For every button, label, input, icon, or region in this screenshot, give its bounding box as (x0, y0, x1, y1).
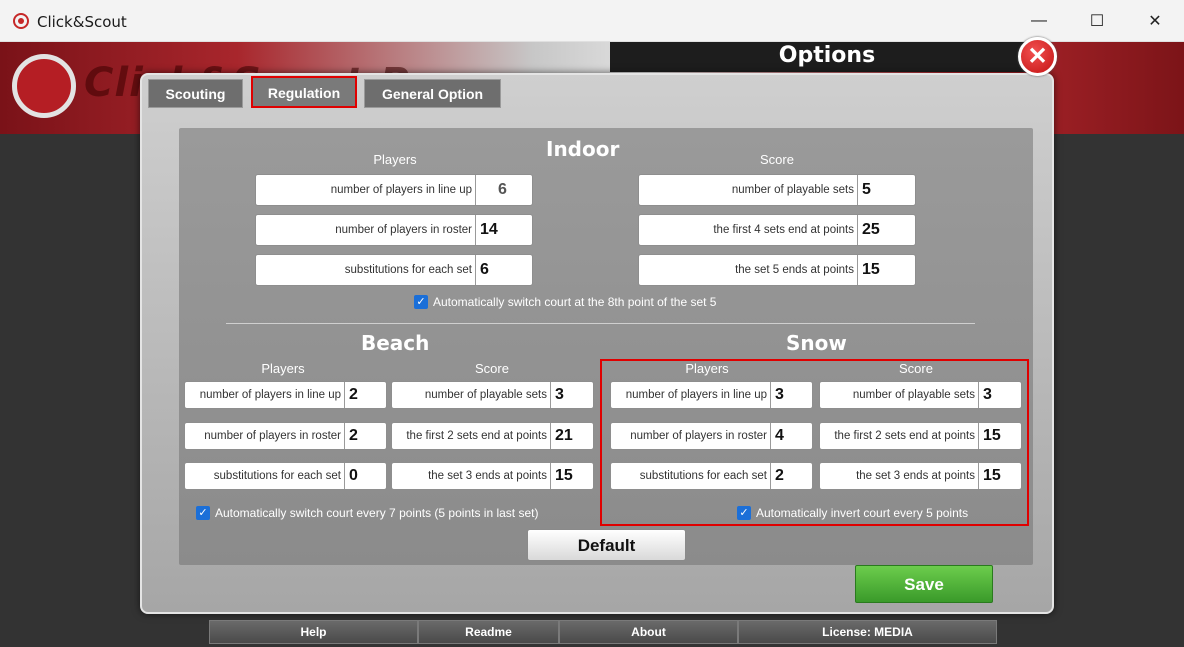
beach-playable-sets-field: number of playable sets 3 (391, 381, 594, 409)
beach-last-set-points-field: the set 3 ends at points 15 (391, 462, 594, 490)
indoor-playable-sets-field: number of playable sets 5 (638, 174, 916, 206)
beach-title: Beach (361, 331, 430, 355)
snow-players-lineup-field: number of players in line up 3 (610, 381, 813, 409)
field-label: number of players in roster (335, 224, 472, 236)
snow-invert-court-option[interactable]: ✓ Automatically invert court every 5 poi… (737, 506, 968, 520)
help-button[interactable]: Help (209, 620, 418, 644)
field-label: number of players in line up (199, 389, 341, 401)
close-icon: ✕ (1148, 13, 1162, 30)
field-label: number of playable sets (731, 184, 854, 196)
close-icon: ✕ (1027, 42, 1048, 70)
snow-players-lineup-input[interactable]: 3 (770, 382, 812, 408)
snow-players-roster-field: number of players in roster 4 (610, 422, 813, 450)
section-divider (226, 323, 975, 324)
app-logo-icon (13, 13, 29, 29)
snow-substitutions-field: substitutions for each set 2 (610, 462, 813, 490)
snow-players-header: Players (685, 361, 729, 376)
snow-first-sets-points-field: the first 2 sets end at points 15 (819, 422, 1022, 450)
beach-players-lineup-field: number of players in line up 2 (184, 381, 387, 409)
indoor-last-set-points-input[interactable]: 15 (857, 255, 915, 285)
field-label: the set 5 ends at points (735, 264, 854, 276)
indoor-substitutions-input[interactable]: 6 (475, 255, 532, 285)
snow-playable-sets-input[interactable]: 3 (978, 382, 1021, 408)
indoor-first-sets-points-field: the first 4 sets end at points 25 (638, 214, 916, 246)
snow-title: Snow (786, 331, 847, 355)
snow-substitutions-input[interactable]: 2 (770, 463, 812, 489)
beach-substitutions-field: substitutions for each set 0 (184, 462, 387, 490)
indoor-players-lineup-value[interactable]: 6 (475, 175, 532, 205)
field-label: the first 4 sets end at points (713, 224, 854, 236)
indoor-first-sets-points-input[interactable]: 25 (857, 215, 915, 245)
beach-switch-court-option[interactable]: ✓ Automatically switch court every 7 poi… (196, 506, 538, 520)
banner-logo-icon (12, 54, 76, 118)
indoor-title: Indoor (546, 137, 620, 161)
tab-scouting[interactable]: Scouting (148, 79, 243, 108)
tab-general-option[interactable]: General Option (364, 79, 501, 108)
snow-players-roster-input[interactable]: 4 (770, 423, 812, 449)
save-button[interactable]: Save (855, 565, 993, 603)
indoor-switch-court-option[interactable]: ✓ Automatically switch court at the 8th … (414, 295, 716, 309)
options-title: Options (610, 42, 1044, 72)
field-label: number of players in line up (330, 184, 472, 196)
field-label: number of players in line up (625, 389, 767, 401)
snow-last-set-points-input[interactable]: 15 (978, 463, 1021, 489)
checkbox-checked-icon[interactable]: ✓ (414, 295, 428, 309)
indoor-players-lineup-field: number of players in line up 6 (255, 174, 533, 206)
field-label: substitutions for each set (344, 264, 472, 276)
minimize-icon: — (1031, 12, 1047, 29)
field-label: the first 2 sets end at points (406, 430, 547, 442)
beach-playable-sets-input[interactable]: 3 (550, 382, 593, 408)
minimize-button[interactable]: — (1010, 0, 1068, 42)
indoor-players-header: Players (373, 152, 417, 167)
beach-players-roster-field: number of players in roster 2 (184, 422, 387, 450)
snow-first-sets-points-input[interactable]: 15 (978, 423, 1021, 449)
close-window-button[interactable]: ✕ (1126, 0, 1184, 42)
snow-invert-court-label: Automatically invert court every 5 point… (756, 506, 969, 520)
field-label: substitutions for each set (639, 470, 767, 482)
beach-last-set-points-input[interactable]: 15 (550, 463, 593, 489)
default-button[interactable]: Default (527, 529, 686, 561)
snow-score-header: Score (899, 361, 933, 376)
beach-players-header: Players (261, 361, 305, 376)
window-titlebar: Click&Scout — ☐ ✕ (0, 0, 1184, 42)
beach-players-roster-input[interactable]: 2 (344, 423, 386, 449)
close-options-button[interactable]: ✕ (1018, 37, 1057, 76)
field-label: the set 3 ends at points (856, 470, 975, 482)
license-label: License: MEDIA (738, 620, 997, 644)
indoor-players-roster-input[interactable]: 14 (475, 215, 532, 245)
checkbox-checked-icon[interactable]: ✓ (196, 506, 210, 520)
field-label: number of players in roster (204, 430, 341, 442)
indoor-score-header: Score (760, 152, 794, 167)
about-button[interactable]: About (559, 620, 738, 644)
indoor-playable-sets-input[interactable]: 5 (857, 175, 915, 205)
checkbox-checked-icon[interactable]: ✓ (737, 506, 751, 520)
indoor-last-set-points-field: the set 5 ends at points 15 (638, 254, 916, 286)
indoor-substitutions-field: substitutions for each set 6 (255, 254, 533, 286)
field-label: number of players in roster (630, 430, 767, 442)
beach-switch-court-label: Automatically switch court every 7 point… (215, 506, 539, 520)
field-label: number of playable sets (424, 389, 547, 401)
indoor-players-roster-field: number of players in roster 14 (255, 214, 533, 246)
tab-regulation[interactable]: Regulation (251, 76, 357, 108)
beach-score-header: Score (475, 361, 509, 376)
field-label: number of playable sets (852, 389, 975, 401)
beach-first-sets-points-field: the first 2 sets end at points 21 (391, 422, 594, 450)
maximize-icon: ☐ (1089, 13, 1105, 30)
snow-last-set-points-field: the set 3 ends at points 15 (819, 462, 1022, 490)
snow-playable-sets-field: number of playable sets 3 (819, 381, 1022, 409)
maximize-button[interactable]: ☐ (1068, 0, 1126, 42)
field-label: the first 2 sets end at points (834, 430, 975, 442)
readme-button[interactable]: Readme (418, 620, 559, 644)
beach-substitutions-input[interactable]: 0 (344, 463, 386, 489)
indoor-switch-court-label: Automatically switch court at the 8th po… (433, 295, 717, 309)
window-title: Click&Scout (37, 13, 127, 31)
beach-players-lineup-input[interactable]: 2 (344, 382, 386, 408)
field-label: the set 3 ends at points (428, 470, 547, 482)
beach-first-sets-points-input[interactable]: 21 (550, 423, 593, 449)
field-label: substitutions for each set (213, 470, 341, 482)
